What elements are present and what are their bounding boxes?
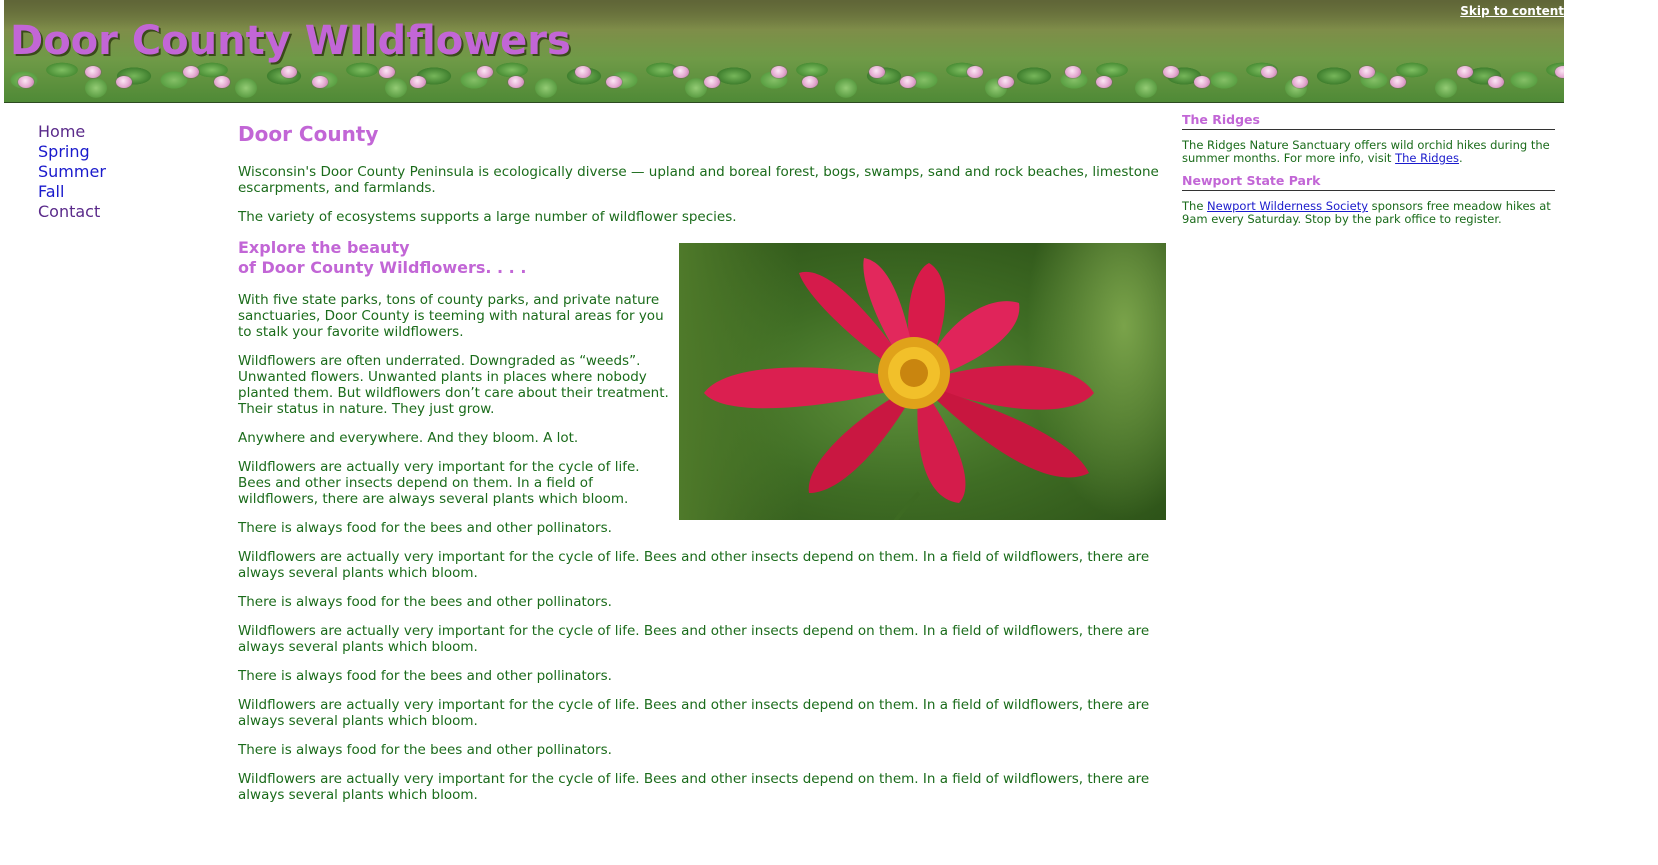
red-cosmos-flower-photo — [679, 243, 1166, 520]
nav-item-summer[interactable]: Summer — [38, 162, 178, 182]
orchid-flower — [379, 66, 395, 78]
orchid-flower — [85, 66, 101, 78]
cosmos-flower-illustration — [704, 258, 1094, 520]
orchid-flower — [1163, 66, 1179, 78]
ridges-text: The Ridges Nature Sanctuary offers wild … — [1182, 139, 1555, 165]
nav-item-contact[interactable]: Contact — [38, 202, 178, 222]
skip-to-content-link[interactable]: Skip to content — [1460, 4, 1564, 18]
orchid-flower — [1390, 76, 1406, 88]
newport-heading: Newport State Park — [1182, 173, 1555, 191]
nav-item-spring[interactable]: Spring — [38, 142, 178, 162]
header-banner: Door County WIldflowers Skip to content — [4, 0, 1564, 103]
orchid-flower — [802, 76, 818, 88]
intro-paragraph: The variety of ecosystems supports a lar… — [238, 209, 737, 225]
body-paragraph: Wildflowers are actually very important … — [238, 697, 1150, 729]
orchid-flower — [281, 66, 297, 78]
intro-paragraph: Wisconsin's Door County Peninsula is eco… — [238, 164, 1159, 196]
orchid-flower — [116, 76, 132, 88]
body-paragraph: Wildflowers are actually very important … — [238, 771, 1150, 803]
body-paragraph: Wildflowers are actually very important … — [238, 623, 1150, 655]
orchid-flower — [771, 66, 787, 78]
nav-item-home[interactable]: Home — [38, 122, 178, 142]
orchid-flower — [673, 66, 689, 78]
orchid-flower — [1194, 76, 1210, 88]
body-paragraph: Wildflowers are actually very important … — [238, 549, 1150, 581]
orchid-flower — [18, 76, 34, 88]
orchid-flower — [312, 76, 328, 88]
orchid-flower — [704, 76, 720, 88]
ridges-text-part: . — [1458, 151, 1463, 165]
main-content: Door County Wisconsin's Door County Peni… — [238, 122, 1172, 816]
orchid-flower — [508, 76, 524, 88]
orchid-flower — [900, 76, 916, 88]
orchid-flower — [575, 66, 591, 78]
sidebar: The Ridges The Ridges Nature Sanctuary o… — [1182, 112, 1555, 234]
ridges-link[interactable]: The Ridges — [1395, 151, 1459, 165]
newport-wilderness-society-link[interactable]: Newport Wilderness Society — [1207, 199, 1368, 213]
orchid-flower — [214, 76, 230, 88]
page-title: Door County — [238, 122, 379, 146]
orchid-flower — [1096, 76, 1112, 88]
orchid-flower — [998, 76, 1014, 88]
orchid-flower — [477, 66, 493, 78]
body-paragraph: There is always food for the bees and ot… — [238, 594, 612, 610]
orchid-flower — [606, 76, 622, 88]
orchid-flower — [967, 66, 983, 78]
nav-item-fall[interactable]: Fall — [38, 182, 178, 202]
orchid-flower — [410, 76, 426, 88]
main-nav: Home Spring Summer Fall Contact — [38, 122, 178, 222]
body-paragraph: There is always food for the bees and ot… — [238, 520, 612, 536]
newport-text-part: The — [1182, 199, 1208, 213]
ridges-text-part: The Ridges Nature Sanctuary offers wild … — [1182, 138, 1550, 165]
orchid-flower — [183, 66, 199, 78]
body-paragraph: There is always food for the bees and ot… — [238, 668, 612, 684]
ridges-heading: The Ridges — [1182, 112, 1555, 130]
newport-text: The Newport Wilderness Society sponsors … — [1182, 200, 1555, 226]
body-paragraph: There is always food for the bees and ot… — [238, 742, 612, 758]
site-title: Door County WIldflowers — [10, 18, 571, 64]
orchid-flower — [1292, 76, 1308, 88]
orchid-flower — [1457, 66, 1473, 78]
orchid-flower — [1261, 66, 1277, 78]
orchid-flower — [1488, 76, 1504, 88]
orchid-flower — [1555, 66, 1564, 78]
orchid-flower — [1065, 66, 1081, 78]
orchid-flower — [1359, 66, 1375, 78]
orchid-flower — [869, 66, 885, 78]
